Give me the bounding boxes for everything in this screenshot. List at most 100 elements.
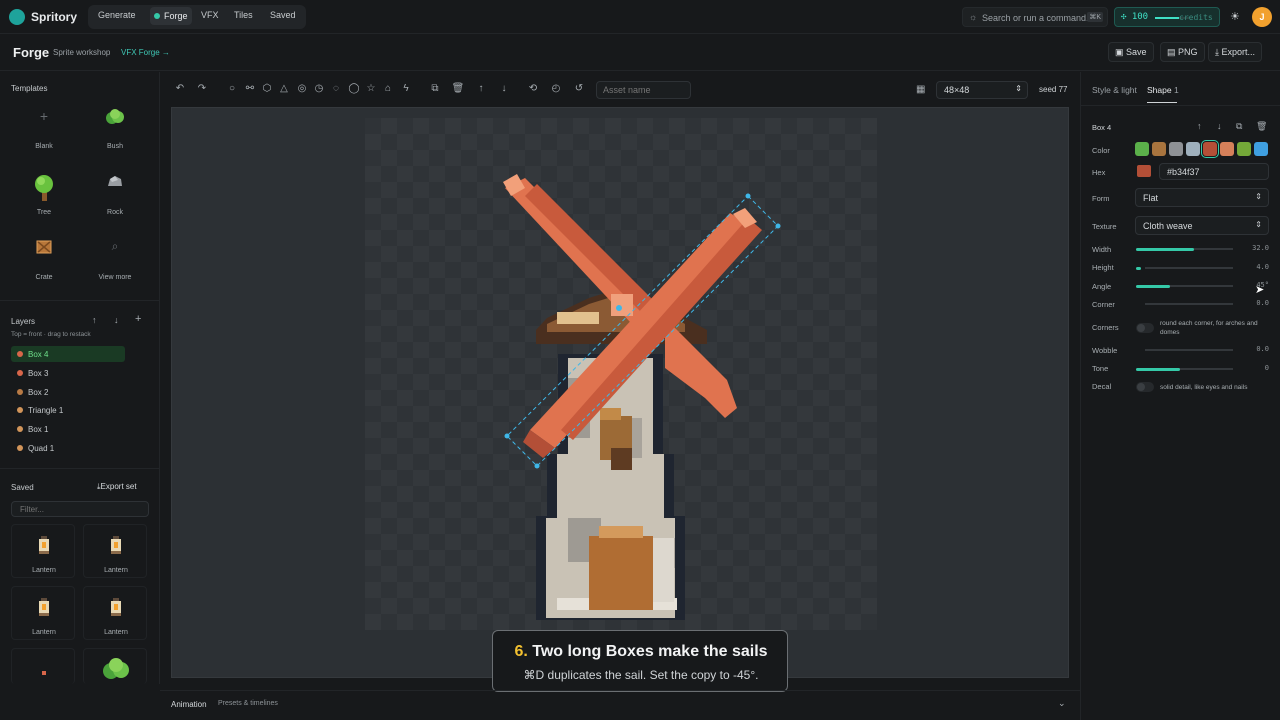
texture-label: Texture xyxy=(1092,222,1117,231)
template-blank[interactable]: + Blank xyxy=(14,102,74,162)
swatch-rust-selected[interactable] xyxy=(1201,140,1219,158)
corner-slider[interactable] xyxy=(1145,303,1233,305)
saved-item[interactable] xyxy=(83,648,147,684)
height-slider[interactable] xyxy=(1145,267,1233,269)
credits-badge[interactable]: ✣ 100 credits xyxy=(1114,7,1220,27)
credits-label: credits xyxy=(1179,13,1213,22)
duplicate-icon[interactable]: ⧉ xyxy=(1236,121,1242,132)
resize-handle[interactable] xyxy=(504,433,510,439)
swatch-gray[interactable] xyxy=(1169,142,1183,156)
triangle-tool-icon[interactable]: △ xyxy=(277,81,291,97)
bell-tool-icon[interactable]: ⌂ xyxy=(381,81,395,97)
canvas-area[interactable] xyxy=(171,107,1069,678)
undo-icon[interactable]: ↶ xyxy=(173,81,187,97)
saved-filter-input[interactable] xyxy=(11,501,149,517)
vfx-forge-link[interactable]: VFX Forge → xyxy=(121,48,170,57)
resize-handle[interactable] xyxy=(534,463,540,469)
target-tool-icon[interactable]: ◎ xyxy=(295,81,309,97)
ring-tool-icon[interactable]: ◌ xyxy=(329,81,343,97)
link-tool-icon[interactable]: ⚯ xyxy=(243,81,257,97)
avatar[interactable]: J xyxy=(1252,7,1272,27)
png-button[interactable]: ▤ PNG xyxy=(1160,42,1205,62)
add-layer-icon[interactable]: + xyxy=(135,313,141,325)
template-label: View more xyxy=(98,274,132,281)
layer-triangle-1[interactable]: Triangle 1 xyxy=(11,402,125,418)
hex-preview-swatch[interactable] xyxy=(1137,165,1151,177)
form-select[interactable]: Flat ⇕ xyxy=(1135,188,1269,207)
template-bush[interactable]: Bush xyxy=(85,102,145,162)
saved-item[interactable] xyxy=(11,648,75,684)
swatch-green[interactable] xyxy=(1135,142,1149,156)
redo-icon[interactable]: ↷ xyxy=(195,81,209,97)
template-rock[interactable]: Rock xyxy=(85,168,145,228)
template-crate[interactable]: Crate xyxy=(14,233,74,293)
star-tool-icon[interactable]: ☆ xyxy=(364,81,378,97)
tab-shape[interactable]: Shape 1 xyxy=(1147,85,1179,95)
tab-vfx[interactable]: VFX xyxy=(201,10,219,20)
cube-tool-icon[interactable]: ⬡ xyxy=(260,81,274,97)
command-search[interactable]: ☼ Search or run a command... ⌘K xyxy=(962,7,1108,27)
arrow-up-icon[interactable]: ↑ xyxy=(474,81,488,97)
swatch-slate[interactable] xyxy=(1186,142,1200,156)
saved-item[interactable]: Lantern xyxy=(83,524,147,578)
history-icon[interactable]: ◴ xyxy=(549,81,563,97)
canvas-size-select[interactable]: 48×48 ⇕ xyxy=(936,81,1028,99)
tab-style-light[interactable]: Style & light xyxy=(1092,85,1137,95)
tab-saved[interactable]: Saved xyxy=(270,10,296,20)
reset-icon[interactable]: ↺ xyxy=(572,81,586,97)
circle-tool-icon[interactable]: ○ xyxy=(225,81,239,97)
shuffle-icon[interactable]: ⟲ xyxy=(526,81,540,97)
resize-handle[interactable] xyxy=(745,193,751,199)
selection-outline[interactable] xyxy=(365,118,877,630)
bolt-tool-icon[interactable]: ϟ xyxy=(399,81,413,97)
move-layer-down-icon[interactable]: ↓ xyxy=(114,315,119,325)
tab-generate[interactable]: Generate xyxy=(98,10,136,20)
animation-bar[interactable]: Animation Presets & timelines ⌄ xyxy=(160,690,1080,720)
corners-toggle[interactable] xyxy=(1136,323,1154,333)
tab-tiles[interactable]: Tiles xyxy=(234,10,253,20)
layer-box-2[interactable]: Box 2 xyxy=(11,384,125,400)
template-view-more[interactable]: ⌕ View more xyxy=(85,233,145,293)
saved-item[interactable]: Lantern xyxy=(11,586,75,640)
saved-item[interactable]: Lantern xyxy=(83,586,147,640)
hex-input[interactable]: #b34f37 xyxy=(1159,163,1269,180)
resize-handle[interactable] xyxy=(775,223,781,229)
saved-item[interactable]: Lantern xyxy=(11,524,75,578)
save-icon: ▣ xyxy=(1115,47,1127,57)
chevron-down-icon[interactable]: ⌄ xyxy=(1058,698,1066,709)
layer-box-4[interactable]: Box 4 xyxy=(11,346,125,362)
delete-icon[interactable]: 🗑 xyxy=(1256,121,1267,132)
duplicate-icon[interactable]: ⧉ xyxy=(428,81,442,97)
decal-toggle[interactable] xyxy=(1136,382,1154,392)
export-set-button[interactable]: ⤓Export set xyxy=(97,482,137,492)
pivot-handle[interactable] xyxy=(616,305,622,311)
asset-name-input[interactable] xyxy=(596,81,691,99)
export-button[interactable]: ⤓ Export... xyxy=(1208,42,1262,62)
tab-forge[interactable]: Forge xyxy=(150,7,192,25)
credits-number: 100 xyxy=(1131,12,1149,22)
bush-sprite xyxy=(103,108,127,132)
save-button[interactable]: ▣ Save xyxy=(1108,42,1154,62)
template-tree[interactable]: Tree xyxy=(14,168,74,228)
layer-box-1[interactable]: Box 1 xyxy=(11,421,125,437)
move-layer-up-icon[interactable]: ↑ xyxy=(92,315,97,325)
layer-quad-1[interactable]: Quad 1 xyxy=(11,440,125,456)
arrow-down-icon[interactable]: ↓ xyxy=(497,81,511,97)
wobble-slider[interactable] xyxy=(1145,349,1233,351)
clock-tool-icon[interactable]: ◷ xyxy=(312,81,326,97)
swatch-brown[interactable] xyxy=(1152,142,1166,156)
grid-toggle-icon[interactable]: ▦ xyxy=(916,84,925,95)
trash-icon[interactable]: 🗑 xyxy=(451,81,465,97)
swatch-blue[interactable] xyxy=(1254,142,1268,156)
tone-slider-fill xyxy=(1136,368,1180,371)
theme-toggle-sun-icon[interactable]: ☀ xyxy=(1230,10,1240,23)
circle-outline-tool-icon[interactable]: ◯ xyxy=(347,81,361,97)
swatch-olive[interactable] xyxy=(1237,142,1251,156)
artboard[interactable] xyxy=(365,118,877,630)
texture-select[interactable]: Cloth weave ⇕ xyxy=(1135,216,1269,235)
swatch-peach[interactable] xyxy=(1220,142,1234,156)
move-down-icon[interactable]: ↓ xyxy=(1217,121,1222,131)
move-up-icon[interactable]: ↑ xyxy=(1197,121,1202,131)
layer-box-3[interactable]: Box 3 xyxy=(11,365,125,381)
png-label: PNG xyxy=(1178,47,1198,57)
